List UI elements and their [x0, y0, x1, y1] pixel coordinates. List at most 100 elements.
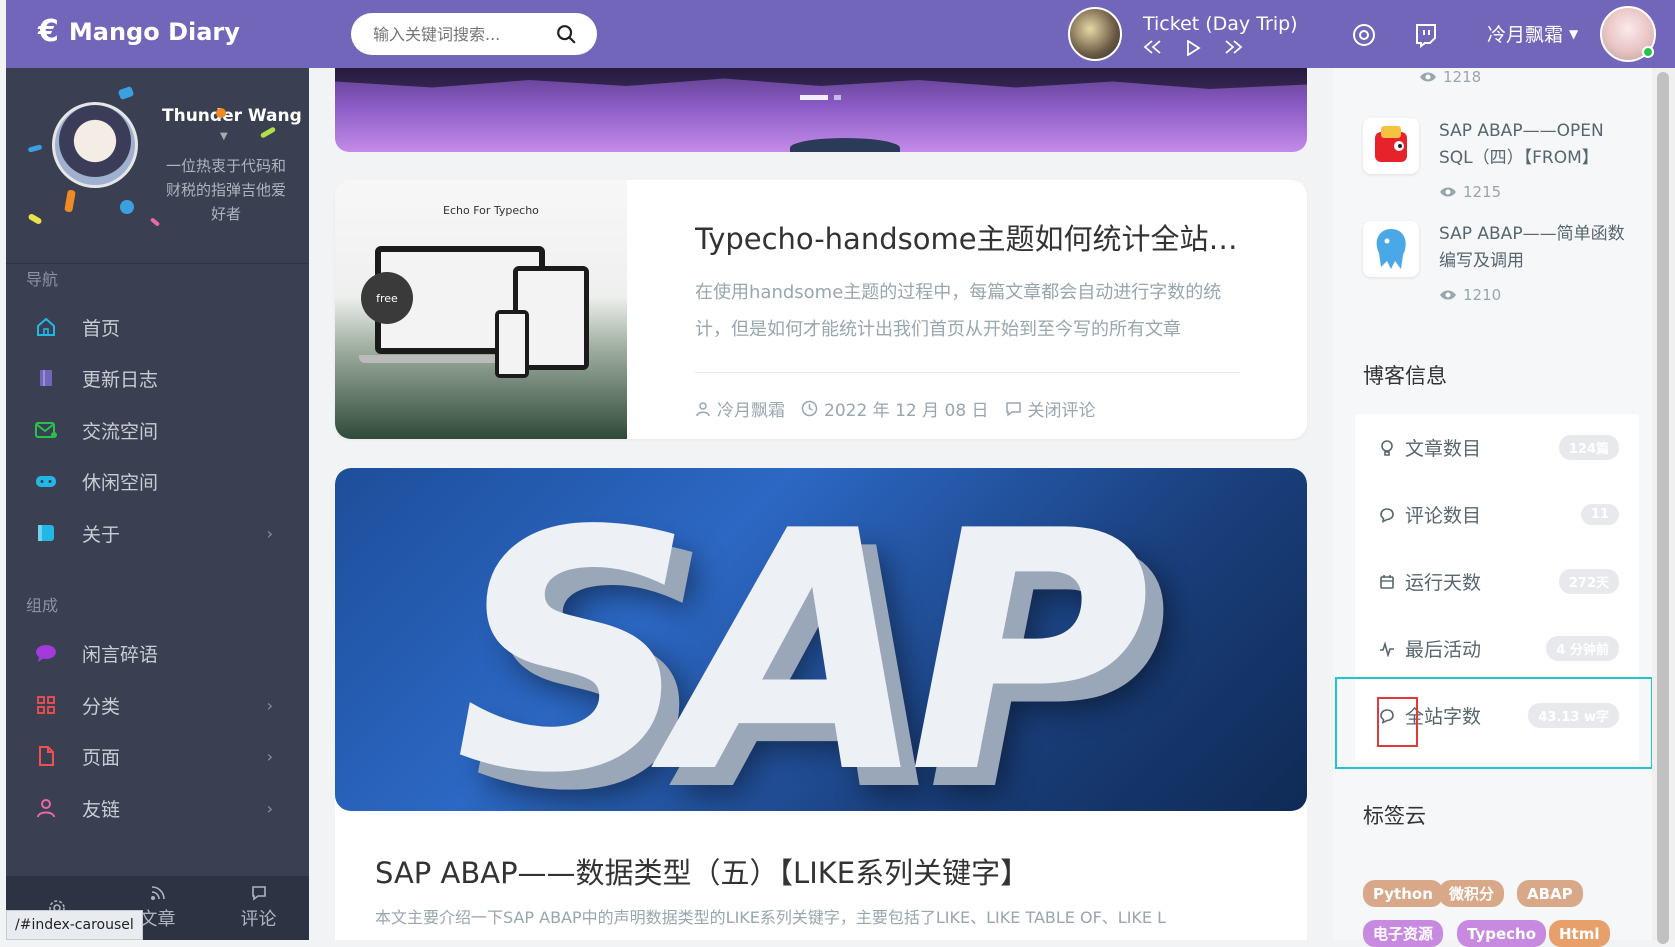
views-count: 1215 — [1463, 183, 1502, 201]
profile-avatar[interactable] — [52, 102, 138, 188]
sidebar-item-label: 闲言碎语 — [82, 643, 159, 666]
user-menu[interactable]: 冷月飘霜 ▼ — [1487, 20, 1578, 47]
chevron-right-icon: › — [266, 695, 273, 715]
sidebar-item-leisure[interactable]: 休闲空间 — [6, 457, 309, 505]
logo-symbol: € — [38, 14, 59, 49]
search-input[interactable] — [371, 23, 541, 45]
hot-post-item[interactable]: SAP ABAP——简单函数编写及调用 1210 — [1363, 221, 1643, 304]
eye-icon — [1440, 290, 1456, 300]
tag-python[interactable]: Python — [1363, 880, 1443, 907]
comment-icon — [251, 886, 266, 901]
scrollbar-thumb[interactable] — [1657, 72, 1669, 944]
search-icon[interactable] — [555, 23, 577, 45]
post-title[interactable]: SAP ABAP——数据类型（五）【LIKE系列关键字】 — [375, 850, 1029, 892]
post-cover-image[interactable]: SAP — [335, 468, 1307, 811]
post-thumbnail[interactable] — [1363, 118, 1419, 174]
album-cover[interactable] — [1068, 7, 1122, 61]
post-author[interactable]: 冷月飘霜 — [695, 396, 785, 421]
user-avatar[interactable] — [1600, 6, 1656, 62]
confetti-decoration — [27, 144, 43, 153]
sidebar-item-friends[interactable]: 友链 › — [6, 784, 309, 832]
tag-typecho[interactable]: Typecho — [1457, 920, 1547, 947]
blog-info-uptime: 运行天数 272天 — [1355, 548, 1639, 615]
page-scrollbar[interactable] — [1652, 68, 1675, 944]
carousel-banner[interactable] — [335, 68, 1307, 152]
home-icon — [34, 315, 58, 339]
post-views: 1218 — [1419, 68, 1481, 86]
user-name: 冷月飘霜 — [1487, 24, 1564, 46]
music-player: Ticket (Day Trip) — [1068, 7, 1298, 61]
sidebar-item-about[interactable]: 关于 › — [6, 509, 309, 557]
status-bar-url: /#index-carousel — [6, 910, 143, 940]
sidebar-item-chatter[interactable]: 闲言碎语 — [6, 629, 309, 677]
info-label: 最后活动 — [1405, 639, 1482, 661]
phone-illustration — [495, 310, 529, 378]
comment-icon — [1005, 401, 1021, 416]
blog-info-comments: 评论数目 11 — [1355, 481, 1639, 548]
views-count: 1218 — [1443, 68, 1482, 86]
highlight-box-red — [1377, 697, 1418, 747]
hot-post-title[interactable]: SAP ABAP——简单函数编写及调用 — [1439, 221, 1639, 275]
sidebar-item-changelog[interactable]: 更新日志 — [6, 354, 309, 402]
carousel-indicator[interactable] — [834, 95, 841, 100]
caret-down-icon[interactable]: ▼ — [220, 131, 228, 142]
clock-icon — [801, 400, 818, 417]
info-label: 运行天数 — [1405, 572, 1482, 594]
grid-icon — [34, 693, 58, 717]
profile-name[interactable]: Thunder Wang — [162, 106, 302, 126]
carousel-indicators — [800, 95, 841, 100]
post-card[interactable]: SAP SAP ABAP——数据类型（五）【LIKE系列关键字】 本文主要介绍一… — [335, 468, 1307, 940]
tag-html[interactable]: Html — [1549, 920, 1610, 947]
online-status-dot — [1642, 46, 1654, 58]
target-icon[interactable] — [1351, 22, 1377, 48]
info-badge: 11 — [1580, 504, 1619, 525]
comment-icon — [1380, 507, 1394, 523]
info-badge: 4 分钟前 — [1546, 636, 1619, 661]
fast-forward-icon[interactable] — [1223, 39, 1243, 54]
hot-post-item[interactable]: SAP ABAP——OPEN SQL（四）【FROM】 1215 — [1363, 118, 1643, 201]
file-icon — [34, 744, 58, 768]
blog-info-title: 博客信息 — [1363, 364, 1447, 388]
tag-e-resources[interactable]: 电子资源 — [1363, 920, 1444, 947]
post-summary: 本文主要介绍一下SAP ABAP中的声明数据类型的LIKE系列关键字，主要包括了… — [375, 908, 1167, 927]
post-comments[interactable]: 关闭评论 — [1005, 396, 1096, 421]
sidebar-item-community[interactable]: 交流空间 — [6, 406, 309, 454]
post-divider — [695, 372, 1240, 373]
sidebar-item-label: 首页 — [82, 317, 121, 340]
rewind-icon[interactable] — [1143, 39, 1163, 54]
sidebar-item-label: 友链 — [82, 798, 121, 821]
blog-info-last-activity: 最后活动 4 分钟前 — [1355, 615, 1639, 682]
carousel-indicator-active[interactable] — [800, 95, 828, 100]
person-icon — [34, 796, 58, 820]
confetti-decoration — [149, 217, 161, 227]
site-logo[interactable]: € Mango Diary — [38, 14, 240, 49]
sidebar-item-label: 交流空间 — [82, 420, 159, 443]
footer-label: 文章 — [139, 909, 176, 930]
sidebar-item-pages[interactable]: 页面 › — [6, 732, 309, 780]
tag-abap[interactable]: ABAP — [1517, 880, 1583, 907]
post-card[interactable]: Echo For Typecho free Typecho-handsome主题… — [335, 180, 1307, 439]
footer-comments[interactable]: 评论 — [208, 876, 309, 940]
twitch-icon[interactable] — [1413, 22, 1439, 48]
calendar-icon — [1380, 574, 1394, 589]
post-title[interactable]: Typecho-handsome主题如何统计全站字... — [695, 216, 1255, 258]
views-count: 1210 — [1463, 286, 1502, 304]
confetti-decoration — [117, 85, 135, 101]
left-sidebar: Thunder Wang ▼ 一位热衷于代码和财税的指弹吉他爱好者 导航 首页 … — [6, 68, 309, 940]
song-title: Ticket (Day Trip) — [1143, 12, 1298, 35]
confetti-decoration — [64, 189, 76, 213]
post-thumbnail[interactable]: Echo For Typecho free — [335, 180, 627, 439]
thumbnail-caption: Echo For Typecho — [443, 204, 539, 217]
sidebar-item-home[interactable]: 首页 — [6, 303, 309, 351]
info-badge: 124篇 — [1558, 435, 1619, 460]
hot-post-title[interactable]: SAP ABAP——OPEN SQL（四）【FROM】 — [1439, 118, 1639, 172]
mail-icon — [34, 418, 58, 442]
profile-bio: 一位热衷于代码和财税的指弹吉他爱好者 — [165, 157, 286, 223]
info-label: 评论数目 — [1405, 505, 1482, 527]
play-icon[interactable] — [1185, 39, 1201, 56]
sidebar-item-label: 关于 — [82, 523, 121, 546]
tag-calculus[interactable]: 微积分 — [1439, 880, 1505, 907]
sidebar-item-category[interactable]: 分类 › — [6, 681, 309, 729]
note-icon — [34, 521, 58, 545]
post-thumbnail[interactable] — [1363, 221, 1419, 277]
